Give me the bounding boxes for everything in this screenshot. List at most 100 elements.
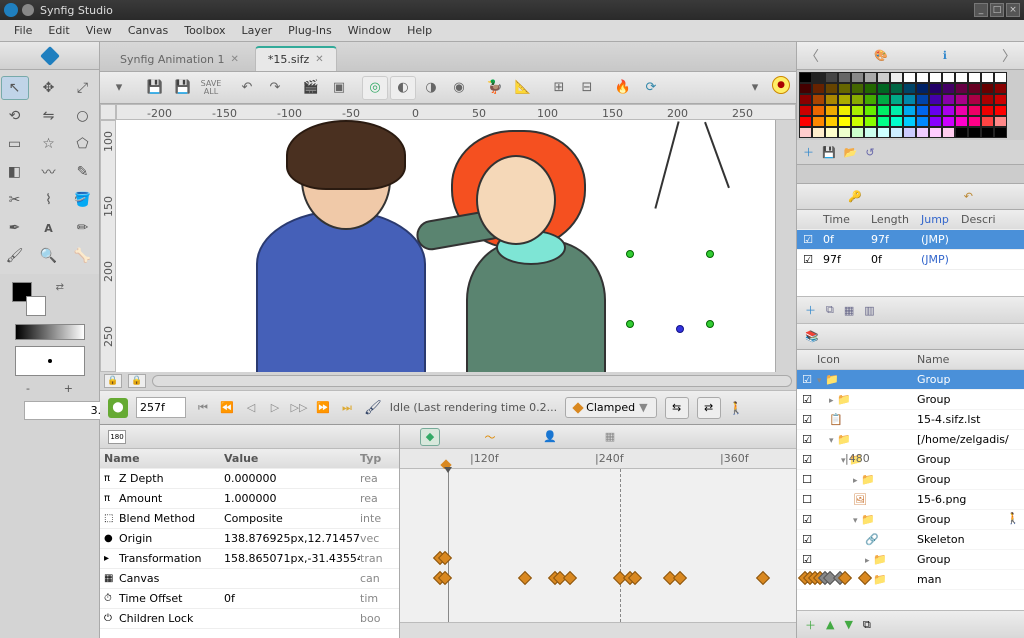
color-swatch[interactable] bbox=[838, 83, 851, 94]
tool-scale[interactable]: ⤢ bbox=[69, 76, 97, 100]
palette-tab-icon[interactable]: 🎨 bbox=[874, 49, 888, 62]
tool-width[interactable]: ⌇ bbox=[35, 188, 63, 212]
keyframe-row[interactable]: ☑ 0f 97f (JMP) bbox=[797, 230, 1024, 250]
color-swatch[interactable] bbox=[890, 105, 903, 116]
color-swatch[interactable] bbox=[955, 94, 968, 105]
tool-text[interactable]: A bbox=[35, 216, 63, 240]
timeline-body[interactable] bbox=[400, 469, 796, 622]
color-swatch[interactable] bbox=[903, 83, 916, 94]
color-swatch[interactable] bbox=[812, 94, 825, 105]
tool-polygon[interactable]: ⬠ bbox=[69, 132, 97, 156]
layer-up-icon[interactable]: ▲ bbox=[826, 618, 834, 631]
render-icon[interactable]: 🎬 bbox=[298, 76, 324, 100]
save-palette-icon[interactable]: 💾 bbox=[822, 146, 836, 159]
color-swatch[interactable] bbox=[877, 105, 890, 116]
color-swatch[interactable] bbox=[825, 72, 838, 83]
color-swatch[interactable] bbox=[981, 83, 994, 94]
menu-edit[interactable]: Edit bbox=[40, 22, 77, 39]
toolbox-tab-icon[interactable] bbox=[40, 46, 60, 66]
color-swatch[interactable] bbox=[929, 72, 942, 83]
onion-prev-icon[interactable]: ◐ bbox=[390, 76, 416, 100]
color-swatch[interactable] bbox=[981, 94, 994, 105]
color-swatch[interactable] bbox=[929, 83, 942, 94]
color-swatch[interactable] bbox=[968, 105, 981, 116]
play-icon[interactable]: ▷ bbox=[266, 401, 284, 415]
color-swatch[interactable] bbox=[994, 72, 1007, 83]
color-swatch[interactable] bbox=[812, 72, 825, 83]
tool-fill[interactable]: 🪣 bbox=[69, 188, 97, 212]
color-swatch[interactable] bbox=[877, 94, 890, 105]
param-row[interactable]: ▦Canvascan bbox=[100, 569, 399, 589]
open-palette-icon[interactable]: 📂 bbox=[844, 146, 858, 159]
color-swatch[interactable] bbox=[812, 127, 825, 138]
seek-end-icon[interactable]: ⏭ bbox=[338, 401, 356, 415]
animate-man-icon[interactable]: 🚶 bbox=[729, 401, 743, 415]
layer-row[interactable]: ☑▾ 📁[/home/zelgadis/ bbox=[797, 430, 1024, 450]
seek-prev-kf-icon[interactable]: ⏪ bbox=[218, 401, 236, 415]
redo-icon[interactable]: ↷ bbox=[262, 76, 288, 100]
layer-down-icon[interactable]: ▼ bbox=[844, 618, 852, 631]
color-swatch[interactable] bbox=[955, 72, 968, 83]
color-swatch[interactable] bbox=[851, 116, 864, 127]
color-swatch[interactable] bbox=[851, 72, 864, 83]
color-swatch[interactable] bbox=[942, 116, 955, 127]
layer-row[interactable]: ☑ 📋15-4.sifz.lst bbox=[797, 410, 1024, 430]
save-icon[interactable]: 💾 bbox=[142, 76, 168, 100]
color-swatch[interactable] bbox=[851, 105, 864, 116]
layer-row[interactable]: ☑▸ 📁Group bbox=[797, 390, 1024, 410]
seek-next-kf-icon[interactable]: ⏩ bbox=[314, 401, 332, 415]
color-swatch[interactable] bbox=[838, 116, 851, 127]
color-swatch[interactable] bbox=[864, 83, 877, 94]
tool-transform[interactable]: ↖ bbox=[1, 76, 29, 100]
color-swatch[interactable] bbox=[877, 83, 890, 94]
tool-gradient[interactable]: ◧ bbox=[1, 160, 29, 184]
keyframe-lock-icon[interactable]: ⇆ bbox=[665, 397, 689, 419]
default-palette-icon[interactable]: ↺ bbox=[865, 146, 874, 159]
tool-draw[interactable]: ✎ bbox=[69, 160, 97, 184]
params-tab-icon[interactable]: 180 bbox=[108, 430, 126, 444]
color-swatch[interactable] bbox=[916, 105, 929, 116]
tool-star[interactable]: ☆ bbox=[35, 132, 63, 156]
layers-tab-icon[interactable]: 📚 bbox=[805, 330, 819, 343]
color-swatch[interactable] bbox=[799, 72, 812, 83]
color-swatch[interactable] bbox=[929, 116, 942, 127]
layer-row[interactable]: ☐ 🖼15-6.png bbox=[797, 490, 1024, 510]
grid-icon[interactable]: ⊞ bbox=[546, 76, 572, 100]
color-swatch[interactable] bbox=[825, 127, 838, 138]
transform-handle[interactable] bbox=[706, 250, 714, 258]
color-swatch[interactable] bbox=[903, 127, 916, 138]
color-swatch[interactable] bbox=[981, 105, 994, 116]
color-swatch[interactable] bbox=[890, 94, 903, 105]
color-swatch[interactable] bbox=[903, 116, 916, 127]
color-swatch[interactable] bbox=[968, 127, 981, 138]
maximize-button[interactable]: □ bbox=[990, 3, 1004, 17]
keyframe-row[interactable]: ☑ 97f 0f (JMP) bbox=[797, 250, 1024, 270]
lock-scroll-icon[interactable]: 🔒 bbox=[104, 374, 122, 388]
color-swatch[interactable] bbox=[955, 116, 968, 127]
transform-handle[interactable] bbox=[626, 320, 634, 328]
menu-file[interactable]: File bbox=[6, 22, 40, 39]
transform-handle[interactable] bbox=[706, 320, 714, 328]
close-icon[interactable]: ✕ bbox=[315, 54, 323, 65]
color-swatch[interactable] bbox=[916, 127, 929, 138]
menu-canvas[interactable]: Canvas bbox=[120, 22, 176, 39]
caret-icon[interactable]: ▾ bbox=[106, 76, 132, 100]
layer-row[interactable]: ☑ 🔗Skeleton bbox=[797, 530, 1024, 550]
color-swatch[interactable] bbox=[916, 116, 929, 127]
layer-add-icon[interactable]: ＋ bbox=[805, 617, 816, 633]
color-swatch[interactable] bbox=[890, 127, 903, 138]
history-tab-icon[interactable]: 👤 bbox=[540, 428, 560, 446]
tool-zoom[interactable]: 🔍 bbox=[35, 244, 63, 268]
color-swatch[interactable] bbox=[929, 127, 942, 138]
size-plus[interactable]: + bbox=[64, 382, 73, 395]
panel-menu-icon[interactable]: ▾ bbox=[742, 76, 768, 100]
color-swatch[interactable] bbox=[981, 72, 994, 83]
onion-skin-icon[interactable]: ◉ bbox=[446, 76, 472, 100]
tool-spline[interactable]: 〰 bbox=[35, 160, 63, 184]
gradient-preview[interactable] bbox=[15, 324, 85, 340]
color-swatch[interactable] bbox=[903, 105, 916, 116]
color-swatch[interactable] bbox=[838, 94, 851, 105]
color-swatch[interactable] bbox=[864, 105, 877, 116]
duck-icon[interactable]: 🦆 bbox=[482, 76, 508, 100]
color-swatch[interactable] bbox=[942, 105, 955, 116]
